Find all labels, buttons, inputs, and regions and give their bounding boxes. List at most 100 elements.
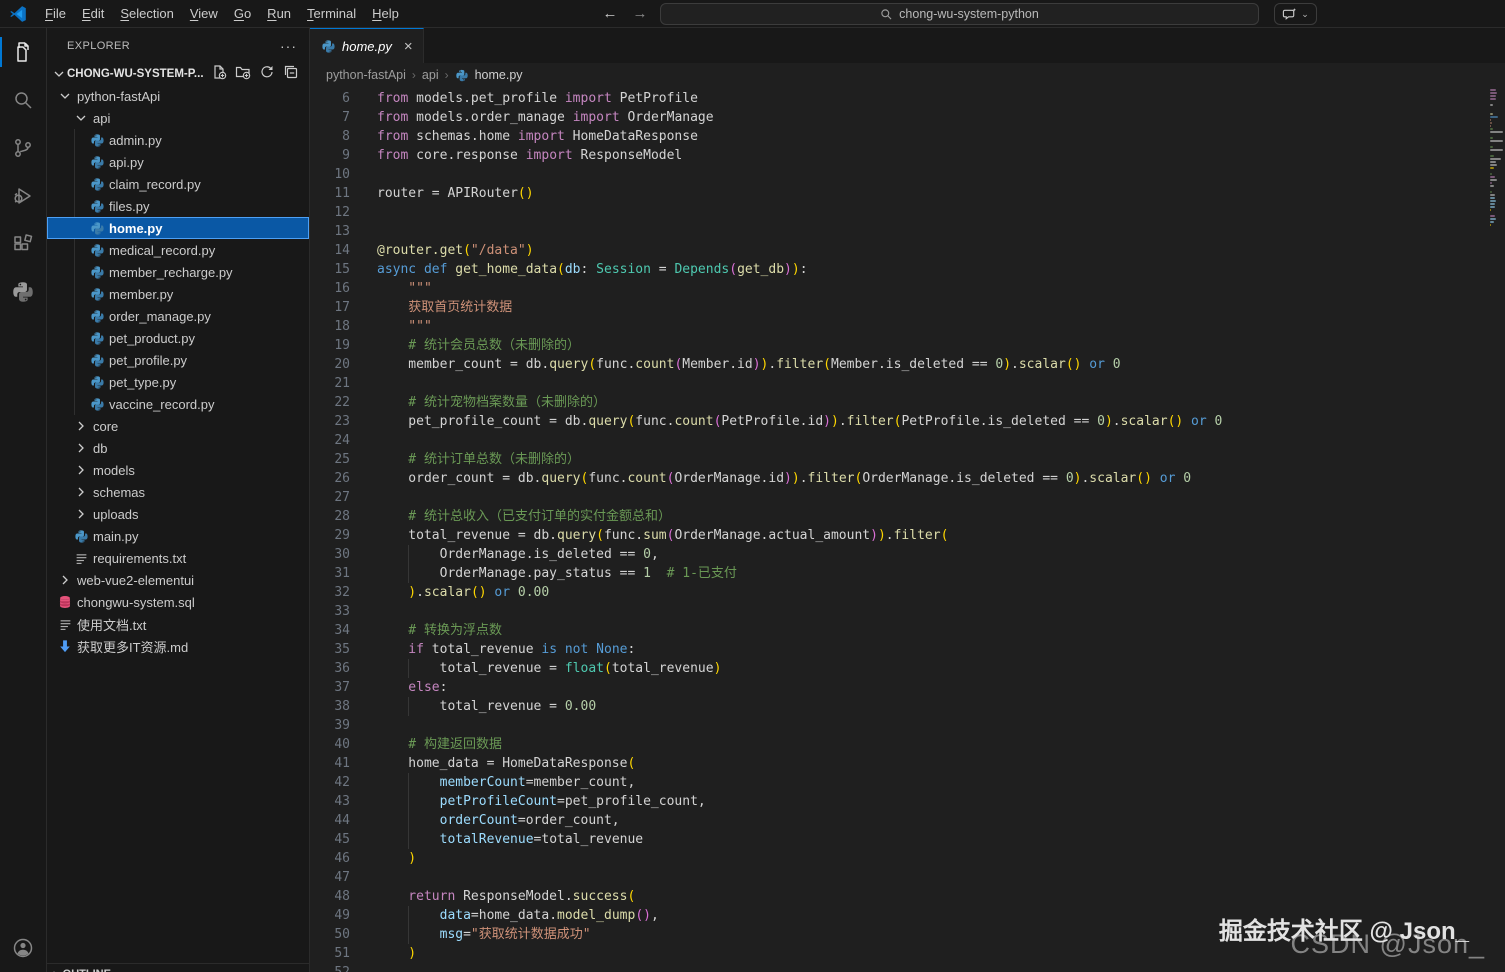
tree-item-db[interactable]: db (47, 437, 309, 459)
explorer-more-icon[interactable]: ··· (280, 38, 297, 54)
workspace-root-row[interactable]: CHONG-WU-SYSTEM-P... (47, 63, 309, 85)
code-line[interactable]: 43 petProfileCount=pet_profile_count, (310, 792, 1505, 811)
code-line[interactable]: 27 (310, 488, 1505, 507)
code-line[interactable]: 40 # 构建返回数据 (310, 735, 1505, 754)
code-line[interactable]: 29 total_revenue = db.query(func.sum(Ord… (310, 526, 1505, 545)
code-line[interactable]: 33 (310, 602, 1505, 621)
menu-run[interactable]: Run (259, 3, 299, 25)
tree-item-api[interactable]: api (47, 107, 309, 129)
tree-item-medical-record-py[interactable]: medical_record.py (47, 239, 309, 261)
code-line[interactable]: 11router = APIRouter() (310, 184, 1505, 203)
outline-section[interactable]: › OUTLINE (47, 963, 309, 972)
breadcrumb-item[interactable]: home.py (475, 68, 523, 82)
menu-view[interactable]: View (182, 3, 226, 25)
menu-edit[interactable]: Edit (74, 3, 112, 25)
code-line[interactable]: 47 (310, 868, 1505, 887)
breadcrumb-item[interactable]: python-fastApi (326, 68, 406, 82)
source-control-icon[interactable] (0, 124, 47, 172)
tree-item-requirements-txt[interactable]: requirements.txt (47, 547, 309, 569)
menu-terminal[interactable]: Terminal (299, 3, 364, 25)
tree-item-home-py[interactable]: home.py (47, 217, 309, 239)
tree-item-files-py[interactable]: files.py (47, 195, 309, 217)
code-line[interactable]: 28 # 统计总收入（已支付订单的实付金额总和） (310, 507, 1505, 526)
code-line[interactable]: 24 (310, 431, 1505, 450)
code-line[interactable]: 10 (310, 165, 1505, 184)
tree-item-schemas[interactable]: schemas (47, 481, 309, 503)
code-line[interactable]: 14@router.get("/data") (310, 241, 1505, 260)
code-line[interactable]: 20 member_count = db.query(func.count(Me… (310, 355, 1505, 374)
menu-help[interactable]: Help (364, 3, 407, 25)
new-folder-icon[interactable] (235, 64, 251, 85)
code-line[interactable]: 25 # 统计订单总数（未删除的） (310, 450, 1505, 469)
code-line[interactable]: 7from models.order_manage import OrderMa… (310, 108, 1505, 127)
explorer-icon[interactable] (0, 28, 47, 76)
tree-item-member-recharge-py[interactable]: member_recharge.py (47, 261, 309, 283)
tree-item-pet-profile-py[interactable]: pet_profile.py (47, 349, 309, 371)
code-line[interactable]: 52 (310, 963, 1505, 972)
code-line[interactable]: 42 memberCount=member_count, (310, 773, 1505, 792)
code-line[interactable]: 45 totalRevenue=total_revenue (310, 830, 1505, 849)
tree-item-pet-product-py[interactable]: pet_product.py (47, 327, 309, 349)
code-line[interactable]: 38 total_revenue = 0.00 (310, 697, 1505, 716)
tree-item-vaccine-record-py[interactable]: vaccine_record.py (47, 393, 309, 415)
command-center-search[interactable]: chong-wu-system-python (660, 3, 1259, 25)
code-line[interactable]: 41 home_data = HomeDataResponse( (310, 754, 1505, 773)
menu-go[interactable]: Go (226, 3, 259, 25)
tree-item-pet-type-py[interactable]: pet_type.py (47, 371, 309, 393)
tree-item-claim-record-py[interactable]: claim_record.py (47, 173, 309, 195)
tree-item-admin-py[interactable]: admin.py (47, 129, 309, 151)
menu-selection[interactable]: Selection (112, 3, 181, 25)
code-line[interactable]: 26 order_count = db.query(func.count(Ord… (310, 469, 1505, 488)
code-line[interactable]: 6from models.pet_profile import PetProfi… (310, 89, 1505, 108)
python-icon[interactable] (0, 268, 47, 316)
code-line[interactable]: 16 """ (310, 279, 1505, 298)
code-line[interactable]: 17 获取首页统计数据 (310, 298, 1505, 317)
collapse-all-icon[interactable] (283, 64, 299, 85)
back-arrow-icon[interactable]: ← (598, 3, 622, 25)
tree-item-core[interactable]: core (47, 415, 309, 437)
code-line[interactable]: 36 total_revenue = float(total_revenue) (310, 659, 1505, 678)
code-line[interactable]: 15async def get_home_data(db: Session = … (310, 260, 1505, 279)
code-line[interactable]: 34 # 转换为浮点数 (310, 621, 1505, 640)
code-line[interactable]: 22 # 统计宠物档案数量（未删除的） (310, 393, 1505, 412)
code-line[interactable]: 12 (310, 203, 1505, 222)
forward-arrow-icon[interactable]: → (628, 3, 652, 25)
code-line[interactable]: 39 (310, 716, 1505, 735)
tree-item-models[interactable]: models (47, 459, 309, 481)
extensions-icon[interactable] (0, 220, 47, 268)
code-line[interactable]: 37 else: (310, 678, 1505, 697)
tree-item-main-py[interactable]: main.py (47, 525, 309, 547)
tree-item-web-vue2-elementui[interactable]: web-vue2-elementui (47, 569, 309, 591)
menu-file[interactable]: File (37, 3, 74, 25)
copilot-button[interactable]: ⌄ (1274, 3, 1317, 25)
code-line[interactable]: 44 orderCount=order_count, (310, 811, 1505, 830)
new-file-icon[interactable] (211, 64, 227, 85)
code-line[interactable]: 32 ).scalar() or 0.00 (310, 583, 1505, 602)
code-line[interactable]: 18 """ (310, 317, 1505, 336)
code-line[interactable]: 19 # 统计会员总数（未删除的） (310, 336, 1505, 355)
tree-item-chongwu-system-sql[interactable]: chongwu-system.sql (47, 591, 309, 613)
breadcrumb-item[interactable]: api (422, 68, 439, 82)
code-line[interactable]: 8from schemas.home import HomeDataRespon… (310, 127, 1505, 146)
close-icon[interactable]: × (404, 38, 413, 55)
tree-item--txt[interactable]: 使用文档.txt (47, 613, 309, 635)
code-editor[interactable]: 6from models.pet_profile import PetProfi… (310, 87, 1505, 972)
code-line[interactable]: 30 OrderManage.is_deleted == 0, (310, 545, 1505, 564)
tree-item-python-fastapi[interactable]: python-fastApi (47, 85, 309, 107)
code-line[interactable]: 35 if total_revenue is not None: (310, 640, 1505, 659)
search-icon[interactable] (0, 76, 47, 124)
code-line[interactable]: 31 OrderManage.pay_status == 1 # 1-已支付 (310, 564, 1505, 583)
tree-item-order-manage-py[interactable]: order_manage.py (47, 305, 309, 327)
code-line[interactable]: 46 ) (310, 849, 1505, 868)
account-icon[interactable] (0, 924, 47, 972)
minimap[interactable] (1490, 89, 1504, 230)
code-line[interactable]: 13 (310, 222, 1505, 241)
run-debug-icon[interactable] (0, 172, 47, 220)
code-line[interactable]: 48 return ResponseModel.success( (310, 887, 1505, 906)
tree-item-api-py[interactable]: api.py (47, 151, 309, 173)
code-line[interactable]: 21 (310, 374, 1505, 393)
tab-home-py[interactable]: home.py × (310, 28, 424, 63)
tree-item--it-md[interactable]: 获取更多IT资源.md (47, 635, 309, 657)
code-line[interactable]: 23 pet_profile_count = db.query(func.cou… (310, 412, 1505, 431)
code-line[interactable]: 9from core.response import ResponseModel (310, 146, 1505, 165)
